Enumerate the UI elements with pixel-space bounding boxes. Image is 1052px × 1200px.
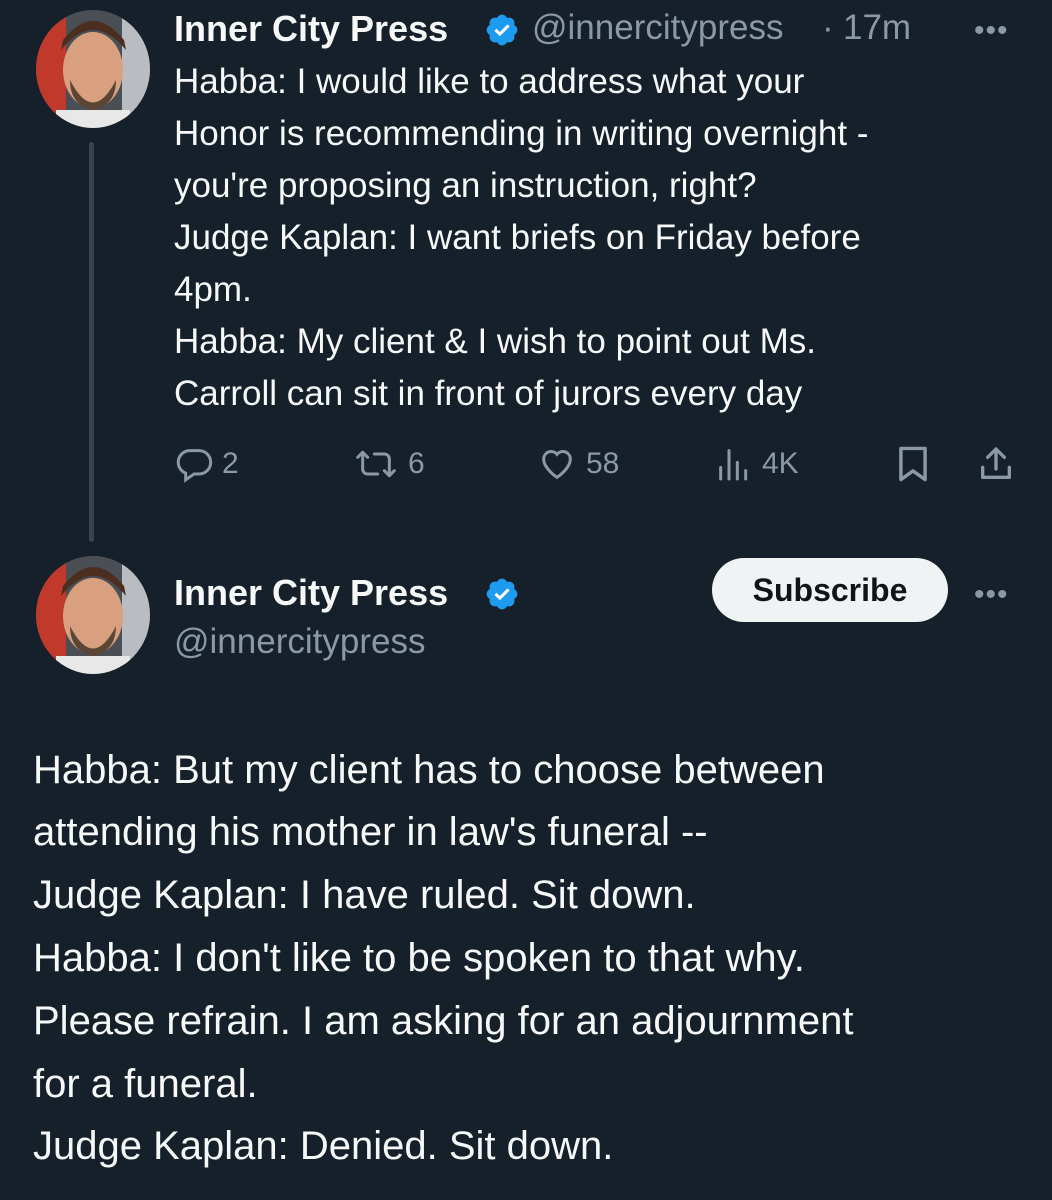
views-count: 4K: [762, 447, 799, 480]
heart-icon: [536, 444, 578, 484]
verified-badge-icon: [484, 12, 520, 48]
bookmark-button[interactable]: [894, 442, 932, 486]
retweet-count: 6: [408, 447, 425, 480]
like-button[interactable]: 58: [536, 442, 619, 486]
tweet-line: Judge Kaplan: Denied. Sit down.: [33, 1124, 614, 1168]
reply-count: 2: [222, 447, 239, 480]
tweet-line: Please refrain. I am asking for an adjou…: [33, 999, 854, 1043]
retweet-icon: [352, 444, 400, 484]
more-options-icon[interactable]: •••: [974, 578, 1009, 612]
retweet-button[interactable]: 6: [352, 442, 425, 486]
share-button[interactable]: [976, 442, 1016, 486]
tweet-line: 4pm.: [174, 270, 252, 309]
tweet-line: for a funeral.: [33, 1062, 258, 1106]
reply-button[interactable]: 2: [174, 442, 239, 486]
tweet-line: Carroll can sit in front of jurors every…: [174, 374, 803, 413]
author-name[interactable]: Inner City Press: [174, 8, 448, 50]
analytics-icon: [714, 444, 754, 484]
tweet-line: Habba: I would like to address what your: [174, 62, 805, 101]
tweet-line: Judge Kaplan: I have ruled. Sit down.: [33, 873, 696, 917]
share-icon: [976, 443, 1016, 485]
tweet-line: Judge Kaplan: I want briefs on Friday be…: [174, 218, 861, 257]
more-options-icon[interactable]: •••: [974, 14, 1009, 48]
like-count: 58: [586, 447, 620, 480]
verified-badge-icon: [484, 576, 520, 612]
bookmark-icon: [894, 443, 932, 485]
tweet-line: Habba: My client & I wish to point out M…: [174, 322, 816, 361]
reply-icon: [174, 444, 214, 484]
separator-dot: ·: [822, 8, 834, 47]
avatar[interactable]: [36, 10, 150, 128]
tweet-line: Habba: I don't like to be spoken to that…: [33, 936, 805, 980]
author-handle[interactable]: @innercitypress: [532, 8, 783, 48]
thread-connector: [89, 142, 94, 542]
views-button[interactable]: 4K: [714, 442, 799, 486]
subscribe-button[interactable]: Subscribe: [712, 558, 948, 622]
tweet-line: you're proposing an instruction, right?: [174, 166, 757, 205]
tweet-line: Habba: But my client has to choose betwe…: [33, 748, 825, 792]
author-handle[interactable]: @innercitypress: [174, 622, 425, 662]
avatar[interactable]: [36, 556, 150, 674]
author-name[interactable]: Inner City Press: [174, 572, 448, 614]
tweet-line: attending his mother in law's funeral --: [33, 810, 708, 854]
tweet-timestamp[interactable]: 17m: [843, 8, 911, 48]
tweet-line: Honor is recommending in writing overnig…: [174, 114, 869, 153]
